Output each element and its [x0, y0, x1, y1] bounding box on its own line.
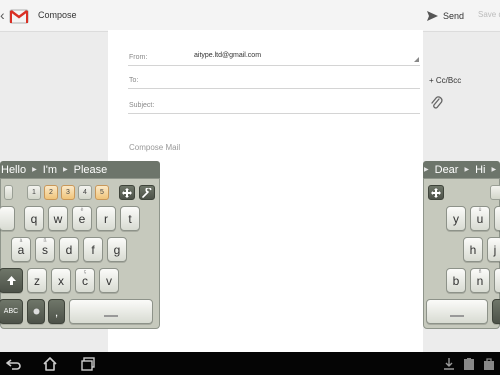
suggestion-word[interactable]: I'm	[43, 164, 57, 176]
emoji-key[interactable]	[27, 299, 45, 324]
suggestion-bar: Hello ▶ I'm ▶ Please	[0, 161, 160, 178]
smiley-icon	[33, 308, 39, 315]
suggestion-word[interactable]: Dear	[435, 164, 459, 176]
comma-key[interactable]: ,	[48, 299, 65, 324]
wrench-icon	[142, 187, 152, 198]
suggestion-word[interactable]: Hi	[475, 164, 485, 176]
settings-button[interactable]	[139, 185, 155, 200]
space-key[interactable]	[69, 299, 153, 324]
move-keyboard-button[interactable]	[428, 185, 444, 200]
page-title: Compose	[38, 10, 77, 20]
letter-key[interactable]: ñn	[470, 268, 490, 293]
subject-label: Subject:	[129, 102, 155, 109]
suggestion-word[interactable]: Hello	[1, 164, 26, 176]
space-key[interactable]	[426, 299, 488, 324]
send-button[interactable]: Send	[427, 9, 464, 23]
notification-icon[interactable]	[461, 356, 477, 372]
letter-key[interactable]: g	[107, 237, 127, 262]
cc-bcc-button[interactable]: + Cc/Bcc	[429, 76, 461, 85]
from-field[interactable]: From: aitype.ltd@gmail.com	[128, 46, 420, 66]
move-icon	[431, 187, 441, 198]
separator-icon: ▶	[63, 167, 68, 173]
letter-key[interactable]: z	[27, 268, 47, 293]
subject-field[interactable]: Subject:	[128, 94, 420, 114]
letter-key[interactable]: ßs	[35, 237, 55, 262]
number-key[interactable]: 1	[27, 185, 41, 200]
letter-key[interactable]: d	[59, 237, 79, 262]
letter-key[interactable]: h	[463, 237, 483, 262]
move-icon	[122, 187, 132, 198]
bag-icon[interactable]	[481, 356, 497, 372]
number-key[interactable]: 2	[44, 185, 58, 200]
space-bar-mark	[104, 314, 118, 317]
gmail-logo[interactable]	[9, 6, 29, 26]
number-key-partial[interactable]	[4, 185, 13, 200]
attachment-icon[interactable]	[430, 96, 444, 112]
key-partial[interactable]	[0, 206, 15, 231]
from-value: aitype.ltd@gmail.com	[194, 52, 262, 59]
system-navigation-bar	[0, 352, 500, 375]
number-key[interactable]: 3	[61, 185, 75, 200]
abc-mode-key[interactable]: ABC	[0, 299, 23, 324]
number-key[interactable]: 5	[95, 185, 109, 200]
letter-key[interactable]: w	[48, 206, 68, 231]
back-icon[interactable]: ‹	[0, 8, 5, 22]
letter-key[interactable]: v	[99, 268, 119, 293]
space-bar-mark	[450, 314, 464, 317]
separator-icon: ▶	[424, 167, 429, 173]
letter-key[interactable]: y	[446, 206, 466, 231]
letter-key[interactable]: r	[96, 206, 116, 231]
suggestion-word[interactable]: Please	[74, 164, 108, 176]
to-field[interactable]: To:	[128, 69, 420, 89]
compose-body-input[interactable]: Compose Mail	[129, 143, 180, 152]
letter-key[interactable]: q	[24, 206, 44, 231]
move-keyboard-button[interactable]	[119, 185, 135, 200]
key-partial[interactable]	[494, 206, 500, 231]
key-partial[interactable]	[494, 268, 500, 293]
letter-key[interactable]: èe	[72, 206, 92, 231]
from-label: From:	[129, 54, 148, 61]
send-label: Send	[443, 11, 465, 21]
letter-key[interactable]: çc	[75, 268, 95, 293]
right-split-keyboard: ▶ Dear ▶ Hi ▶ y üu h j b ñn	[423, 161, 500, 329]
recent-apps-icon[interactable]	[80, 356, 96, 372]
save-draft-button[interactable]: Save d	[478, 10, 500, 19]
separator-icon: ▶	[491, 167, 497, 173]
separator-icon: ▶	[32, 167, 37, 173]
letter-key[interactable]: j	[487, 237, 500, 262]
letter-key[interactable]: üu	[470, 206, 490, 231]
left-split-keyboard: Hello ▶ I'm ▶ Please 1 2 3 4 5 q w èe r …	[0, 161, 160, 329]
separator-icon: ▶	[464, 167, 470, 173]
key-partial[interactable]	[492, 299, 500, 324]
keyboard-body: y üu h j b ñn	[423, 178, 500, 329]
keyboard-body: 1 2 3 4 5 q w èe r t àa ßs d f g z x çc …	[0, 178, 160, 329]
dropdown-corner-icon[interactable]	[414, 57, 419, 62]
letter-key[interactable]: àa	[11, 237, 31, 262]
letter-key[interactable]: t	[120, 206, 140, 231]
back-icon[interactable]	[6, 356, 22, 372]
action-bar: ‹ Compose Send Save d	[0, 0, 500, 32]
send-icon	[427, 11, 438, 21]
number-key-partial[interactable]	[490, 185, 500, 200]
home-icon[interactable]	[42, 356, 58, 372]
number-key[interactable]: 4	[78, 185, 92, 200]
letter-key[interactable]: f	[83, 237, 103, 262]
shift-arrow-icon	[6, 276, 16, 285]
to-label: To:	[129, 77, 139, 84]
download-icon[interactable]	[441, 356, 457, 372]
letter-key[interactable]: b	[446, 268, 466, 293]
letter-key[interactable]: x	[51, 268, 71, 293]
shift-key[interactable]	[0, 268, 23, 293]
suggestion-bar: ▶ Dear ▶ Hi ▶	[423, 161, 500, 178]
